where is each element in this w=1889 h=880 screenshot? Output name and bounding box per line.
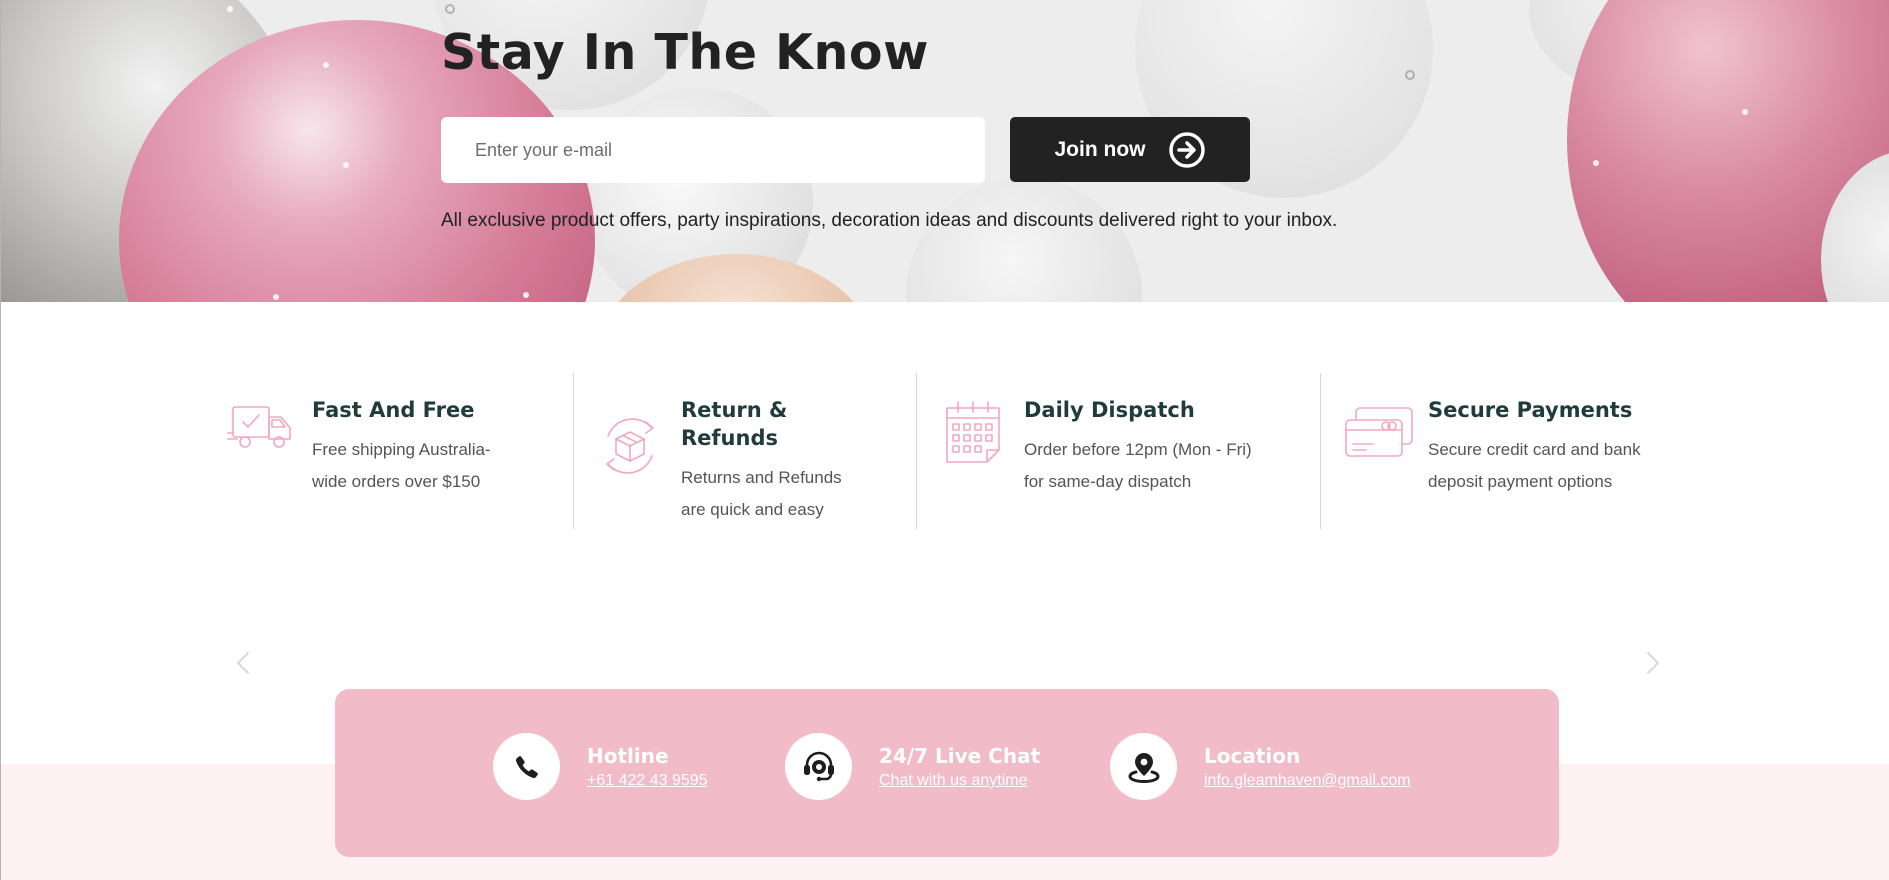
sparkle-decoration: [1593, 160, 1599, 166]
sparkle-decoration: [227, 6, 233, 12]
feature-divider: [1320, 373, 1321, 529]
box-return-icon: [606, 418, 654, 474]
location-email-link[interactable]: info.gleamhaven@gmail.com: [1204, 772, 1411, 790]
live-chat-link[interactable]: Chat with us anytime: [879, 772, 1040, 790]
contact-icon-circle: [785, 733, 852, 800]
feature-title: Daily Dispatch: [1024, 398, 1195, 422]
contact-title: Hotline: [587, 744, 669, 768]
newsletter-section: Stay In The Know Join now All exclusive …: [0, 0, 1889, 302]
sparkle-decoration: [1742, 109, 1748, 115]
headset-chat-icon: [803, 751, 834, 781]
feature-desc-line: are quick and easy: [681, 500, 824, 519]
contact-location: Location info.gleamhaven@gmail.com: [1110, 733, 1411, 800]
feature-desc-line: for same-day dispatch: [1024, 472, 1192, 491]
location-pin-icon: [1127, 752, 1160, 783]
newsletter-title: Stay In The Know: [441, 24, 929, 81]
delivery-truck-icon: [227, 406, 291, 448]
contact-title: 24/7 Live Chat: [879, 744, 1041, 768]
credit-card-icon: [1345, 407, 1413, 457]
arrow-right-circle-icon: [1168, 131, 1205, 168]
feature-desc-line: deposit payment options: [1428, 472, 1613, 491]
contact-hotline: Hotline +61 422 43 9595: [493, 733, 708, 800]
sparkle-decoration: [273, 294, 279, 300]
balloon-decoration: [906, 178, 1142, 302]
contact-bar: Hotline +61 422 43 9595 24/7 Live Chat C…: [335, 689, 1559, 857]
chevron-left-icon: [237, 652, 249, 674]
feature-desc-line: Order before 12pm (Mon - Fri): [1024, 440, 1252, 459]
contact-title: Location: [1204, 744, 1301, 768]
slider-prev-button[interactable]: [232, 648, 254, 678]
feature-desc-line: Secure credit card and bank: [1428, 440, 1641, 459]
sparkle-decoration: [1405, 70, 1415, 80]
feature-divider: [916, 373, 917, 529]
feature-desc-line: wide orders over $150: [312, 472, 481, 491]
feature-title: Secure Payments: [1428, 398, 1633, 422]
contact-icon-circle: [1110, 733, 1177, 800]
email-input[interactable]: [441, 117, 985, 183]
hotline-link[interactable]: +61 422 43 9595: [587, 772, 708, 790]
sparkle-decoration: [445, 4, 455, 14]
feature-divider: [573, 373, 574, 529]
slider-next-button[interactable]: [1642, 648, 1664, 678]
sparkle-decoration: [523, 292, 529, 298]
feature-title: Fast And Free: [312, 398, 475, 422]
newsletter-subtitle: All exclusive product offers, party insp…: [441, 210, 1338, 231]
feature-title: Refunds: [681, 426, 778, 450]
calendar-icon: [946, 401, 1000, 463]
contact-icon-circle: [493, 733, 560, 800]
join-now-button[interactable]: Join now: [1010, 117, 1250, 182]
feature-title: Return &: [681, 398, 788, 422]
sparkle-decoration: [343, 162, 349, 168]
sparkle-decoration: [323, 62, 329, 68]
feature-desc-line: Free shipping Australia-: [312, 440, 491, 459]
chevron-right-icon: [1647, 652, 1659, 674]
feature-desc-line: Returns and Refunds: [681, 468, 842, 487]
join-now-label: Join now: [1054, 137, 1146, 161]
phone-icon: [515, 755, 538, 778]
contact-live-chat: 24/7 Live Chat Chat with us anytime: [785, 733, 1040, 800]
